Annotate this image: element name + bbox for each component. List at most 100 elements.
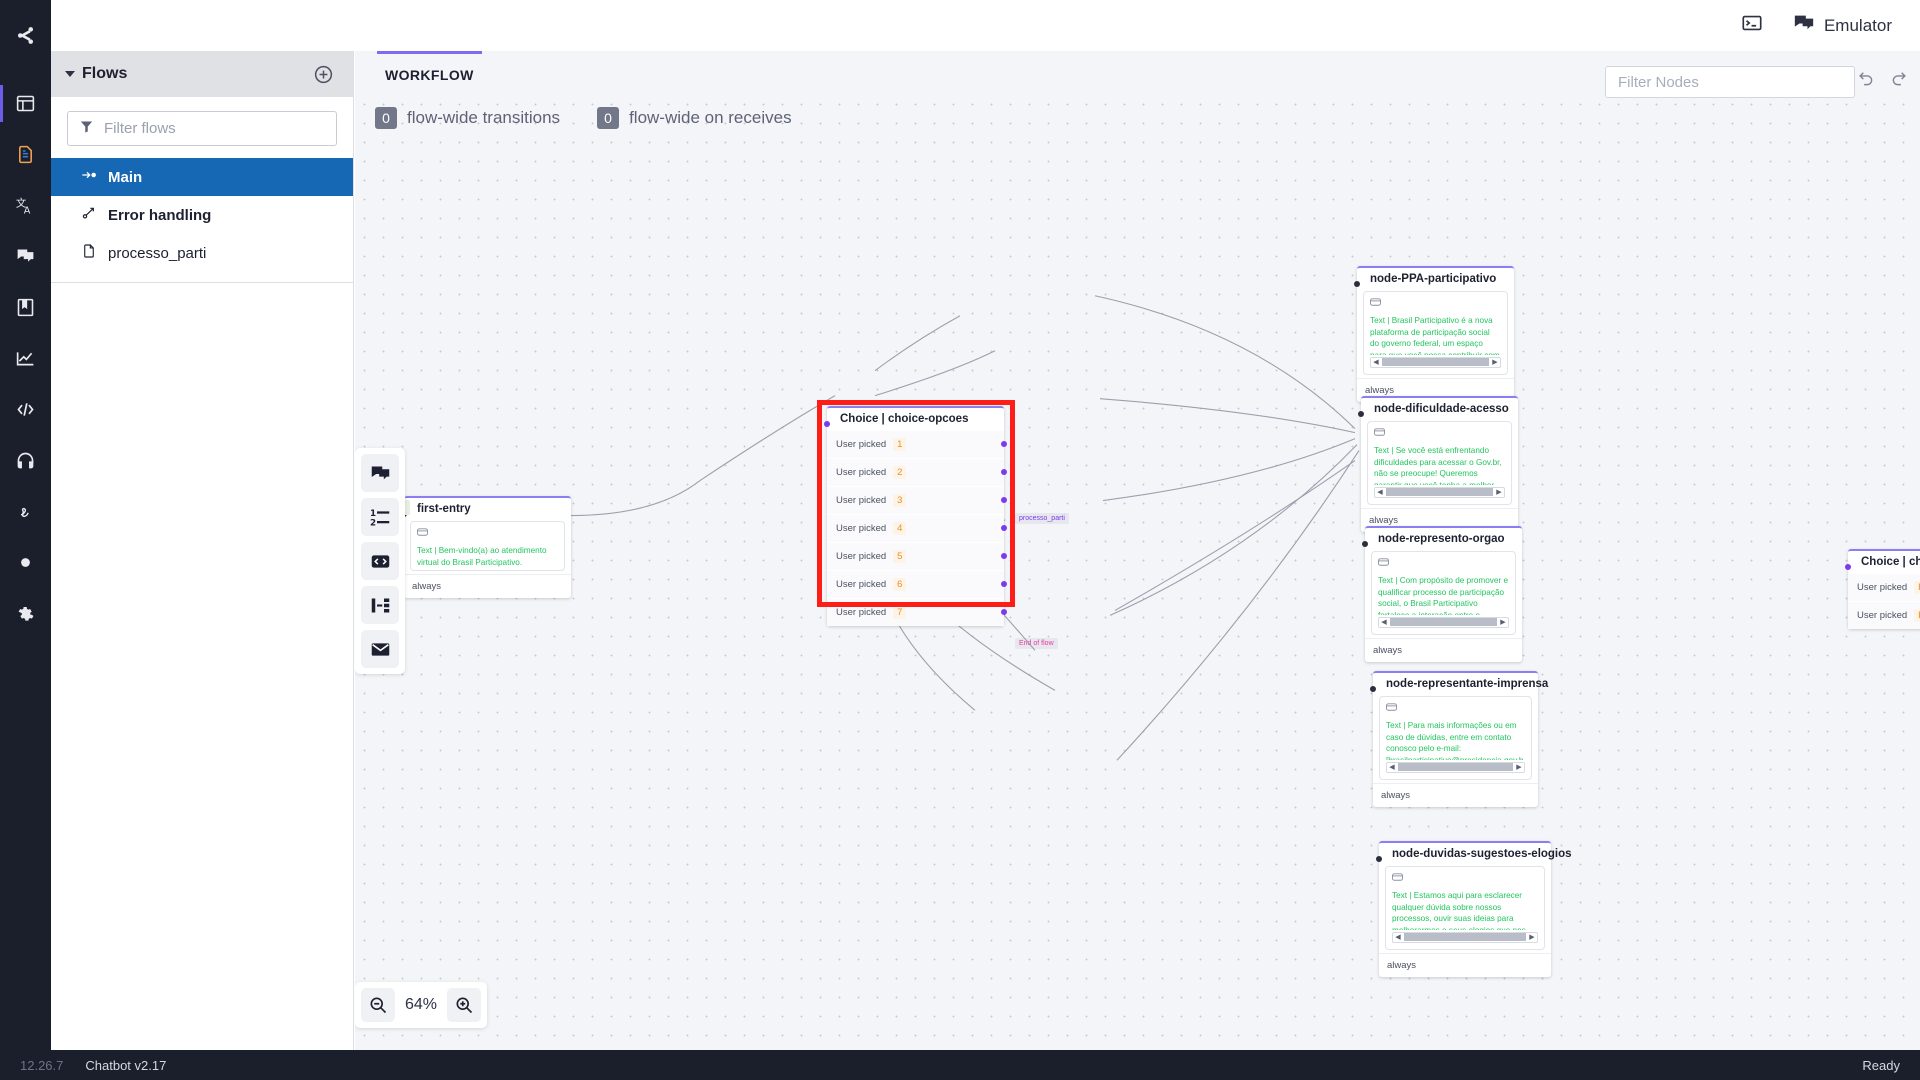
node-dificuldade-acesso[interactable]: node-dificuldade-acesso Text | Se você e… <box>1358 396 1518 532</box>
node-input-port[interactable] <box>1370 686 1376 692</box>
message-hscrollbar[interactable]: ◀ ▶ <box>1386 761 1525 773</box>
choice-value: Retornar <box>1914 580 1920 594</box>
choice-row[interactable]: User picked 5 <box>827 542 1007 571</box>
transition-always[interactable]: always <box>1373 782 1538 807</box>
node-input-port[interactable] <box>1354 281 1360 287</box>
message-icon <box>1378 558 1389 566</box>
choice-output-port[interactable] <box>1001 497 1007 504</box>
flow-item-label: processo_parti <box>108 244 207 262</box>
choice-row[interactable]: User picked Encerrar <box>1848 601 1920 629</box>
flows-header: Flows <box>51 51 353 97</box>
message-card[interactable]: Text | Estamos aqui para esclarecer qual… <box>1385 865 1545 950</box>
console-button[interactable] <box>1741 12 1763 39</box>
node-representante-imprensa[interactable]: node-representante-imprensa Text | Para … <box>1370 671 1548 807</box>
message-hscrollbar[interactable]: ◀ ▶ <box>1374 486 1505 498</box>
flows-divider <box>51 282 353 283</box>
flow-item-processo-parti[interactable]: processo_parti <box>51 234 353 272</box>
flow-wide-transitions[interactable]: 0 flow-wide transitions <box>375 107 560 129</box>
share-icon[interactable] <box>0 10 51 61</box>
choice-row[interactable]: User picked 7 <box>827 598 1007 626</box>
message-card[interactable]: Text | Bem-vindo(a) ao atendimento virtu… <box>410 520 565 572</box>
zoom-out-icon[interactable] <box>361 988 395 1022</box>
filter-flows-box[interactable] <box>67 111 337 146</box>
message-hscrollbar[interactable]: ◀ ▶ <box>1370 356 1501 368</box>
choice-label: User picked <box>836 494 887 506</box>
node-choice-return-or-end[interactable]: Choice | choice-return-or-end User picke… <box>1845 549 1920 629</box>
choice-row[interactable]: User picked 1 <box>827 430 1007 459</box>
node-duvidas-sugestoes-elogios[interactable]: node-duvidas-sugestoes-elogios Text | Es… <box>1376 841 1572 977</box>
node-represento-orgao[interactable]: node-represento-orgao Text | Com propósi… <box>1362 526 1522 662</box>
translate-icon[interactable]: 文A <box>0 180 51 231</box>
execute-code-icon[interactable] <box>361 542 399 580</box>
transition-always[interactable]: always <box>404 574 571 598</box>
node-title: Choice | choice-return-or-end <box>1861 556 1920 568</box>
circle-icon[interactable] <box>0 537 51 588</box>
message-card[interactable]: Text | Brasil Participativo é a nova pla… <box>1363 290 1508 375</box>
integrations-icon[interactable] <box>0 486 51 537</box>
document-icon[interactable] <box>0 129 51 180</box>
zoom-in-icon[interactable] <box>447 988 482 1022</box>
choice-row[interactable]: User picked 2 <box>827 458 1007 487</box>
numbered-list-icon[interactable]: 12 <box>361 498 399 536</box>
choice-row[interactable]: User picked 6 <box>827 570 1007 599</box>
send-email-icon[interactable] <box>361 630 399 668</box>
message-icon <box>1374 428 1385 436</box>
choice-output-port[interactable] <box>1001 553 1007 560</box>
choice-value: 4 <box>893 521 907 535</box>
choice-output-port[interactable] <box>1001 469 1007 476</box>
choice-output-port[interactable] <box>1001 525 1007 532</box>
choice-label: User picked <box>836 438 887 450</box>
choice-output-port[interactable] <box>1001 609 1007 616</box>
choice-output-port[interactable] <box>1001 581 1007 588</box>
analytics-icon[interactable] <box>0 333 51 384</box>
transition-always[interactable]: always <box>1365 637 1522 662</box>
message-text: Text | Com propósito de promover e quali… <box>1378 575 1508 615</box>
book-icon[interactable] <box>0 282 51 333</box>
choice-row[interactable]: User picked 4 <box>827 514 1007 543</box>
node-title: Choice | choice-opcoes <box>840 413 969 425</box>
caret-down-icon[interactable] <box>65 71 75 77</box>
emulator-button[interactable]: Emulator <box>1793 12 1892 39</box>
choice-output-port[interactable] <box>1001 441 1007 448</box>
tab-workflow[interactable]: WORKFLOW <box>377 51 482 95</box>
undo-icon[interactable] <box>1857 68 1876 92</box>
filter-nodes-box[interactable] <box>1605 66 1855 98</box>
message-hscrollbar[interactable]: ◀ ▶ <box>1392 931 1538 943</box>
message-card[interactable]: Text | Para mais informações ou em caso … <box>1379 695 1532 780</box>
choice-label: User picked <box>1857 581 1908 593</box>
flow-item-label: Main <box>108 168 143 186</box>
plus-circle-icon[interactable] <box>313 64 334 85</box>
layout-icon[interactable] <box>0 78 51 129</box>
node-choice-opcoes[interactable]: Choice | choice-opcoes User picked 1 Use… <box>824 406 1007 626</box>
redo-icon[interactable] <box>1889 68 1908 92</box>
say-something-icon[interactable] <box>361 454 399 492</box>
flow-item-error-handling[interactable]: Error handling <box>51 196 353 234</box>
node-title: first-entry <box>417 503 471 515</box>
choice-row[interactable]: User picked 3 <box>827 486 1007 515</box>
node-ppa-participativo[interactable]: node-PPA-participativo Text | Brasil Par… <box>1354 266 1514 402</box>
flow-item-main[interactable]: Main <box>51 158 353 196</box>
node-first-entry[interactable]: first-entry Text | Bem-vindo(a) ao atend… <box>401 496 571 599</box>
filter-flows-input[interactable] <box>104 120 325 137</box>
choice-row[interactable]: User picked Retornar <box>1848 573 1920 602</box>
node-title: node-PPA-participativo <box>1370 273 1497 285</box>
node-input-port[interactable] <box>1845 564 1851 570</box>
message-icon <box>1386 703 1397 711</box>
message-icon <box>417 528 428 536</box>
gear-icon[interactable] <box>0 588 51 639</box>
headset-icon[interactable] <box>0 435 51 486</box>
chat-icon[interactable] <box>0 231 51 282</box>
message-card[interactable]: Text | Se você está enfrentando dificuld… <box>1367 420 1512 505</box>
code-icon[interactable] <box>0 384 51 435</box>
message-card[interactable]: Text | Com propósito de promover e quali… <box>1371 550 1516 635</box>
flow-wide-on-receives[interactable]: 0 flow-wide on receives <box>597 107 792 129</box>
filter-nodes-input[interactable] <box>1618 73 1842 91</box>
node-input-port[interactable] <box>1376 856 1382 862</box>
node-input-port[interactable] <box>824 421 830 427</box>
node-input-port[interactable] <box>1358 411 1364 417</box>
message-hscrollbar[interactable]: ◀ ▶ <box>1378 616 1509 628</box>
node-input-port[interactable] <box>1362 541 1368 547</box>
workflow-canvas[interactable]: WORKFLOW 0 flow-wide transitions 0 flow-… <box>355 51 1920 1050</box>
transition-always[interactable]: always <box>1379 952 1551 977</box>
split-router-icon[interactable] <box>361 586 399 624</box>
